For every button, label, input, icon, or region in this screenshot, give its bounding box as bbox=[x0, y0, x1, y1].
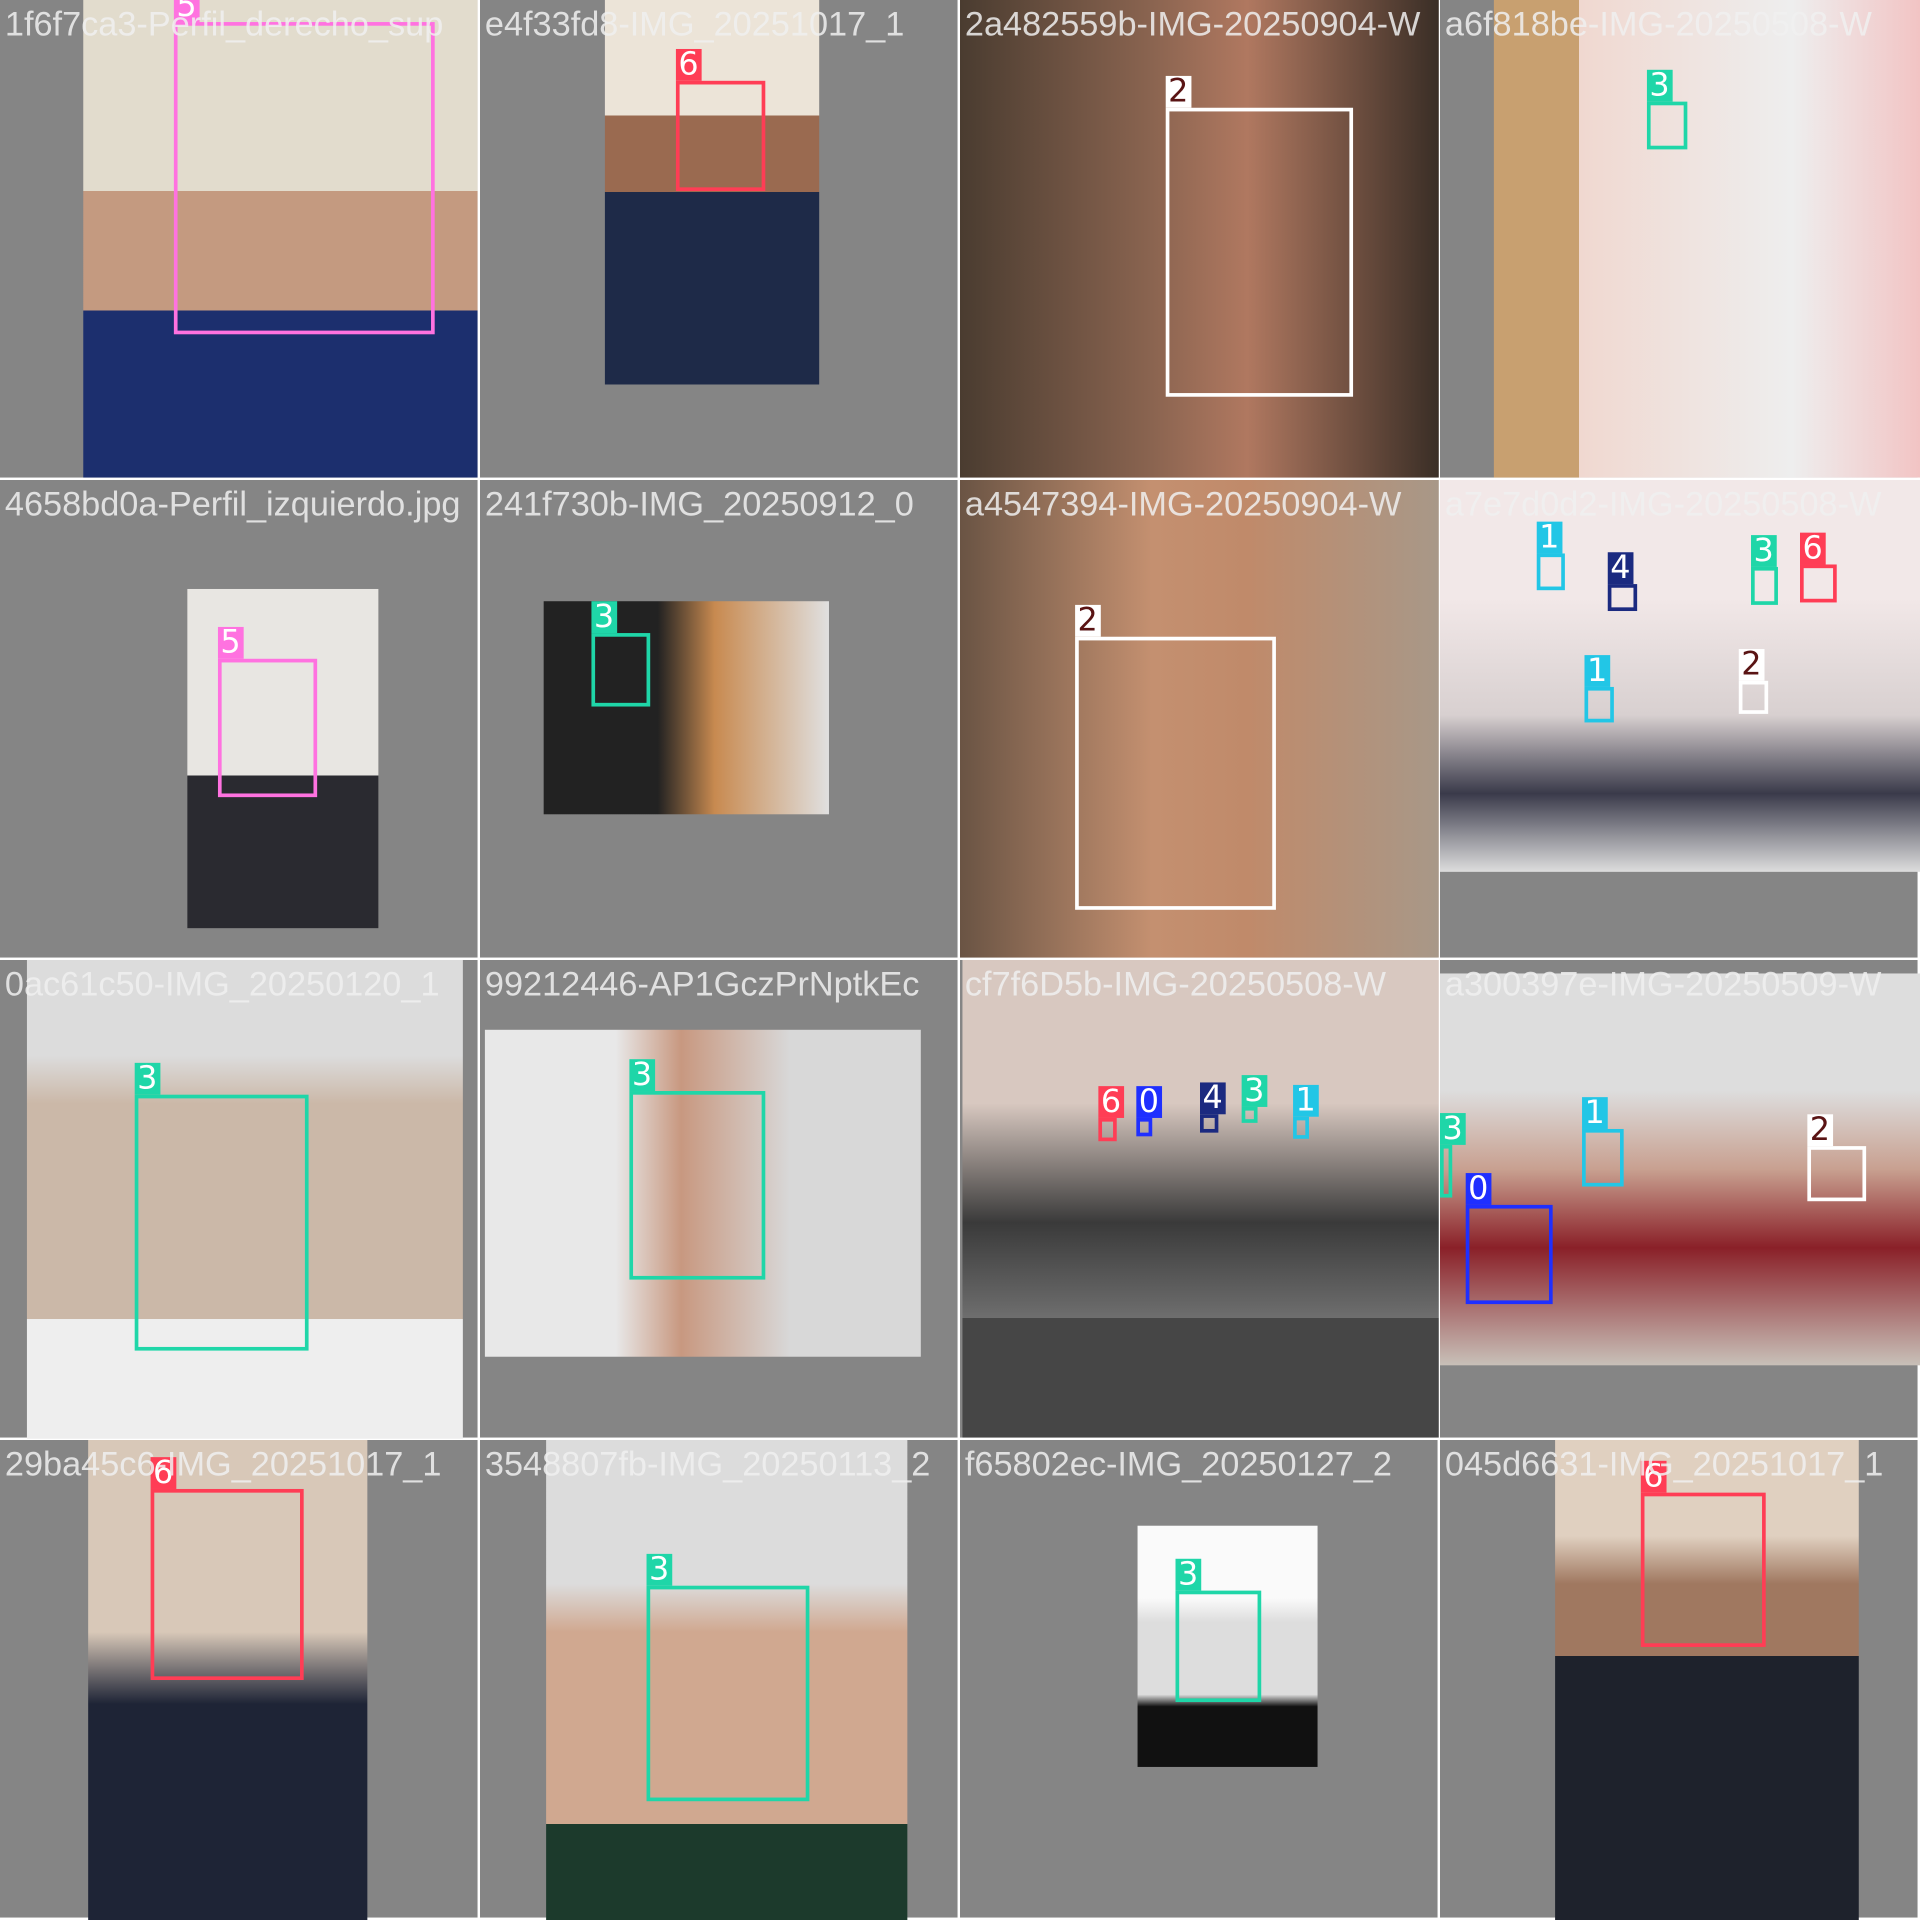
mosaic-tile: 3 241f730b-IMG_20250912_0 bbox=[480, 480, 958, 958]
mosaic-tile: 2 a4547394-IMG-20250904-W bbox=[960, 480, 1439, 958]
tile-filename: 99212446-AP1GczPrNptkEc bbox=[484, 964, 920, 1003]
training-batch-mosaic: 5 1f6f7ca3-Perfil_derecho_sup 6 e4f33fd8-IM… bbox=[0, 0, 1920, 1920]
bounding-box bbox=[1075, 636, 1276, 910]
photo bbox=[962, 960, 1439, 1438]
mosaic-tile: 3 3548807fb-IMG_20250113_2 bbox=[480, 1440, 958, 1920]
mosaic-tile: 6 0 4 3 1 cf7f6D5b-IMG-20250508-W bbox=[960, 960, 1439, 1438]
class-label: 1 bbox=[1293, 1084, 1319, 1117]
class-label: 3 bbox=[134, 1062, 160, 1095]
class-label: 6 bbox=[1098, 1086, 1124, 1118]
bounding-box bbox=[1136, 1117, 1153, 1137]
class-label: 6 bbox=[1800, 533, 1826, 565]
photo bbox=[604, 0, 820, 385]
bounding-box bbox=[1607, 584, 1638, 612]
class-label: 6 bbox=[150, 1457, 176, 1489]
bounding-box bbox=[675, 80, 766, 192]
image-grid: 5 1f6f7ca3-Perfil_derecho_sup 6 e4f33fd8-IM… bbox=[0, 0, 1920, 1920]
bounding-box bbox=[591, 633, 651, 707]
class-label: 3 bbox=[1175, 1558, 1201, 1591]
class-label: 2 bbox=[1165, 75, 1191, 108]
bounding-box bbox=[646, 1585, 810, 1802]
class-label: 3 bbox=[591, 601, 617, 634]
class-label: 2 bbox=[1738, 648, 1764, 681]
mosaic-tile: 3 a6f818be-IMG-20250508-W bbox=[1440, 0, 1920, 478]
bounding-box bbox=[1807, 1146, 1867, 1202]
class-label: 1 bbox=[1536, 521, 1562, 554]
bounding-box bbox=[1640, 1492, 1766, 1647]
class-label: 3 bbox=[1646, 69, 1673, 102]
bounding-box bbox=[1293, 1116, 1309, 1139]
bounding-box bbox=[1582, 1128, 1624, 1187]
bounding-box bbox=[629, 1091, 766, 1280]
bounding-box bbox=[1465, 1204, 1553, 1305]
tile-filename: 241f730b-IMG_20250912_0 bbox=[484, 484, 914, 523]
bounding-box bbox=[217, 658, 318, 798]
class-label: 3 bbox=[629, 1059, 655, 1092]
class-label: 5 bbox=[217, 626, 244, 659]
bounding-box bbox=[1800, 564, 1837, 603]
class-label: 6 bbox=[1640, 1460, 1666, 1493]
bounding-box bbox=[134, 1094, 309, 1351]
class-label: 1 bbox=[1584, 655, 1610, 687]
bounding-box bbox=[1098, 1117, 1117, 1142]
mosaic-tile: 5 1f6f7ca3-Perfil_derecho_sup bbox=[0, 0, 478, 478]
class-label: 3 bbox=[1440, 1113, 1466, 1145]
bounding-box bbox=[1175, 1590, 1262, 1703]
class-label: 1 bbox=[1582, 1097, 1608, 1129]
class-label: 4 bbox=[1200, 1082, 1226, 1115]
tile-filename: 4658bd0a-Perfil_izquierdo.jpg bbox=[4, 484, 461, 523]
bounding-box bbox=[1165, 107, 1354, 397]
class-label: 2 bbox=[1807, 1114, 1833, 1147]
mosaic-tile: 2 2a482559b-IMG-20250904-W bbox=[960, 0, 1439, 478]
tile-filename: f65802ec-IMG_20250127_2 bbox=[964, 1444, 1392, 1483]
class-label: 2 bbox=[1075, 604, 1101, 637]
class-label: 3 bbox=[1241, 1075, 1267, 1107]
photo bbox=[543, 601, 829, 815]
photo bbox=[1493, 0, 1920, 478]
mosaic-tile: 3 99212446-AP1GczPrNptkEc bbox=[480, 960, 958, 1438]
bounding-box bbox=[1646, 101, 1688, 150]
class-label: 5 bbox=[173, 0, 200, 23]
mosaic-tile: 3 1 0 2 a300397e-IMG-20250509-W bbox=[1440, 960, 1920, 1438]
mosaic-tile: 6 29ba45c6-IMG_20251017_1 bbox=[0, 1440, 478, 1920]
mosaic-tile: 6 045d6631-IMG_20251017_1 bbox=[1440, 1440, 1918, 1920]
class-label: 3 bbox=[1751, 535, 1777, 567]
class-label: 0 bbox=[1465, 1173, 1491, 1205]
mosaic-tile: 3 0ac61c50-IMG_20250120_1 bbox=[0, 960, 478, 1439]
bounding-box bbox=[1200, 1114, 1219, 1133]
mosaic-tile: 1 4 3 6 1 2 a7e7d0d2-IMG-20250508-W bbox=[1440, 480, 1920, 958]
photo bbox=[1440, 480, 1920, 872]
mosaic-tile: 5 4658bd0a-Perfil_izquierdo.jpg bbox=[0, 480, 478, 958]
mosaic-tile: 3 f65802ec-IMG_20250127_2 bbox=[960, 1440, 1438, 1918]
bounding-box bbox=[1584, 686, 1614, 723]
bounding-box bbox=[150, 1488, 304, 1681]
bounding-box bbox=[1738, 680, 1769, 714]
bounding-box bbox=[173, 22, 435, 335]
bounding-box bbox=[1440, 1144, 1453, 1198]
class-label: 4 bbox=[1607, 552, 1633, 584]
class-label: 0 bbox=[1136, 1086, 1162, 1118]
bounding-box bbox=[1536, 553, 1565, 591]
bounding-box bbox=[1751, 566, 1778, 605]
class-label: 3 bbox=[646, 1554, 672, 1586]
mosaic-tile: 6 e4f33fd8-IMG_20251017_1 bbox=[480, 0, 958, 478]
class-label: 6 bbox=[675, 49, 702, 81]
